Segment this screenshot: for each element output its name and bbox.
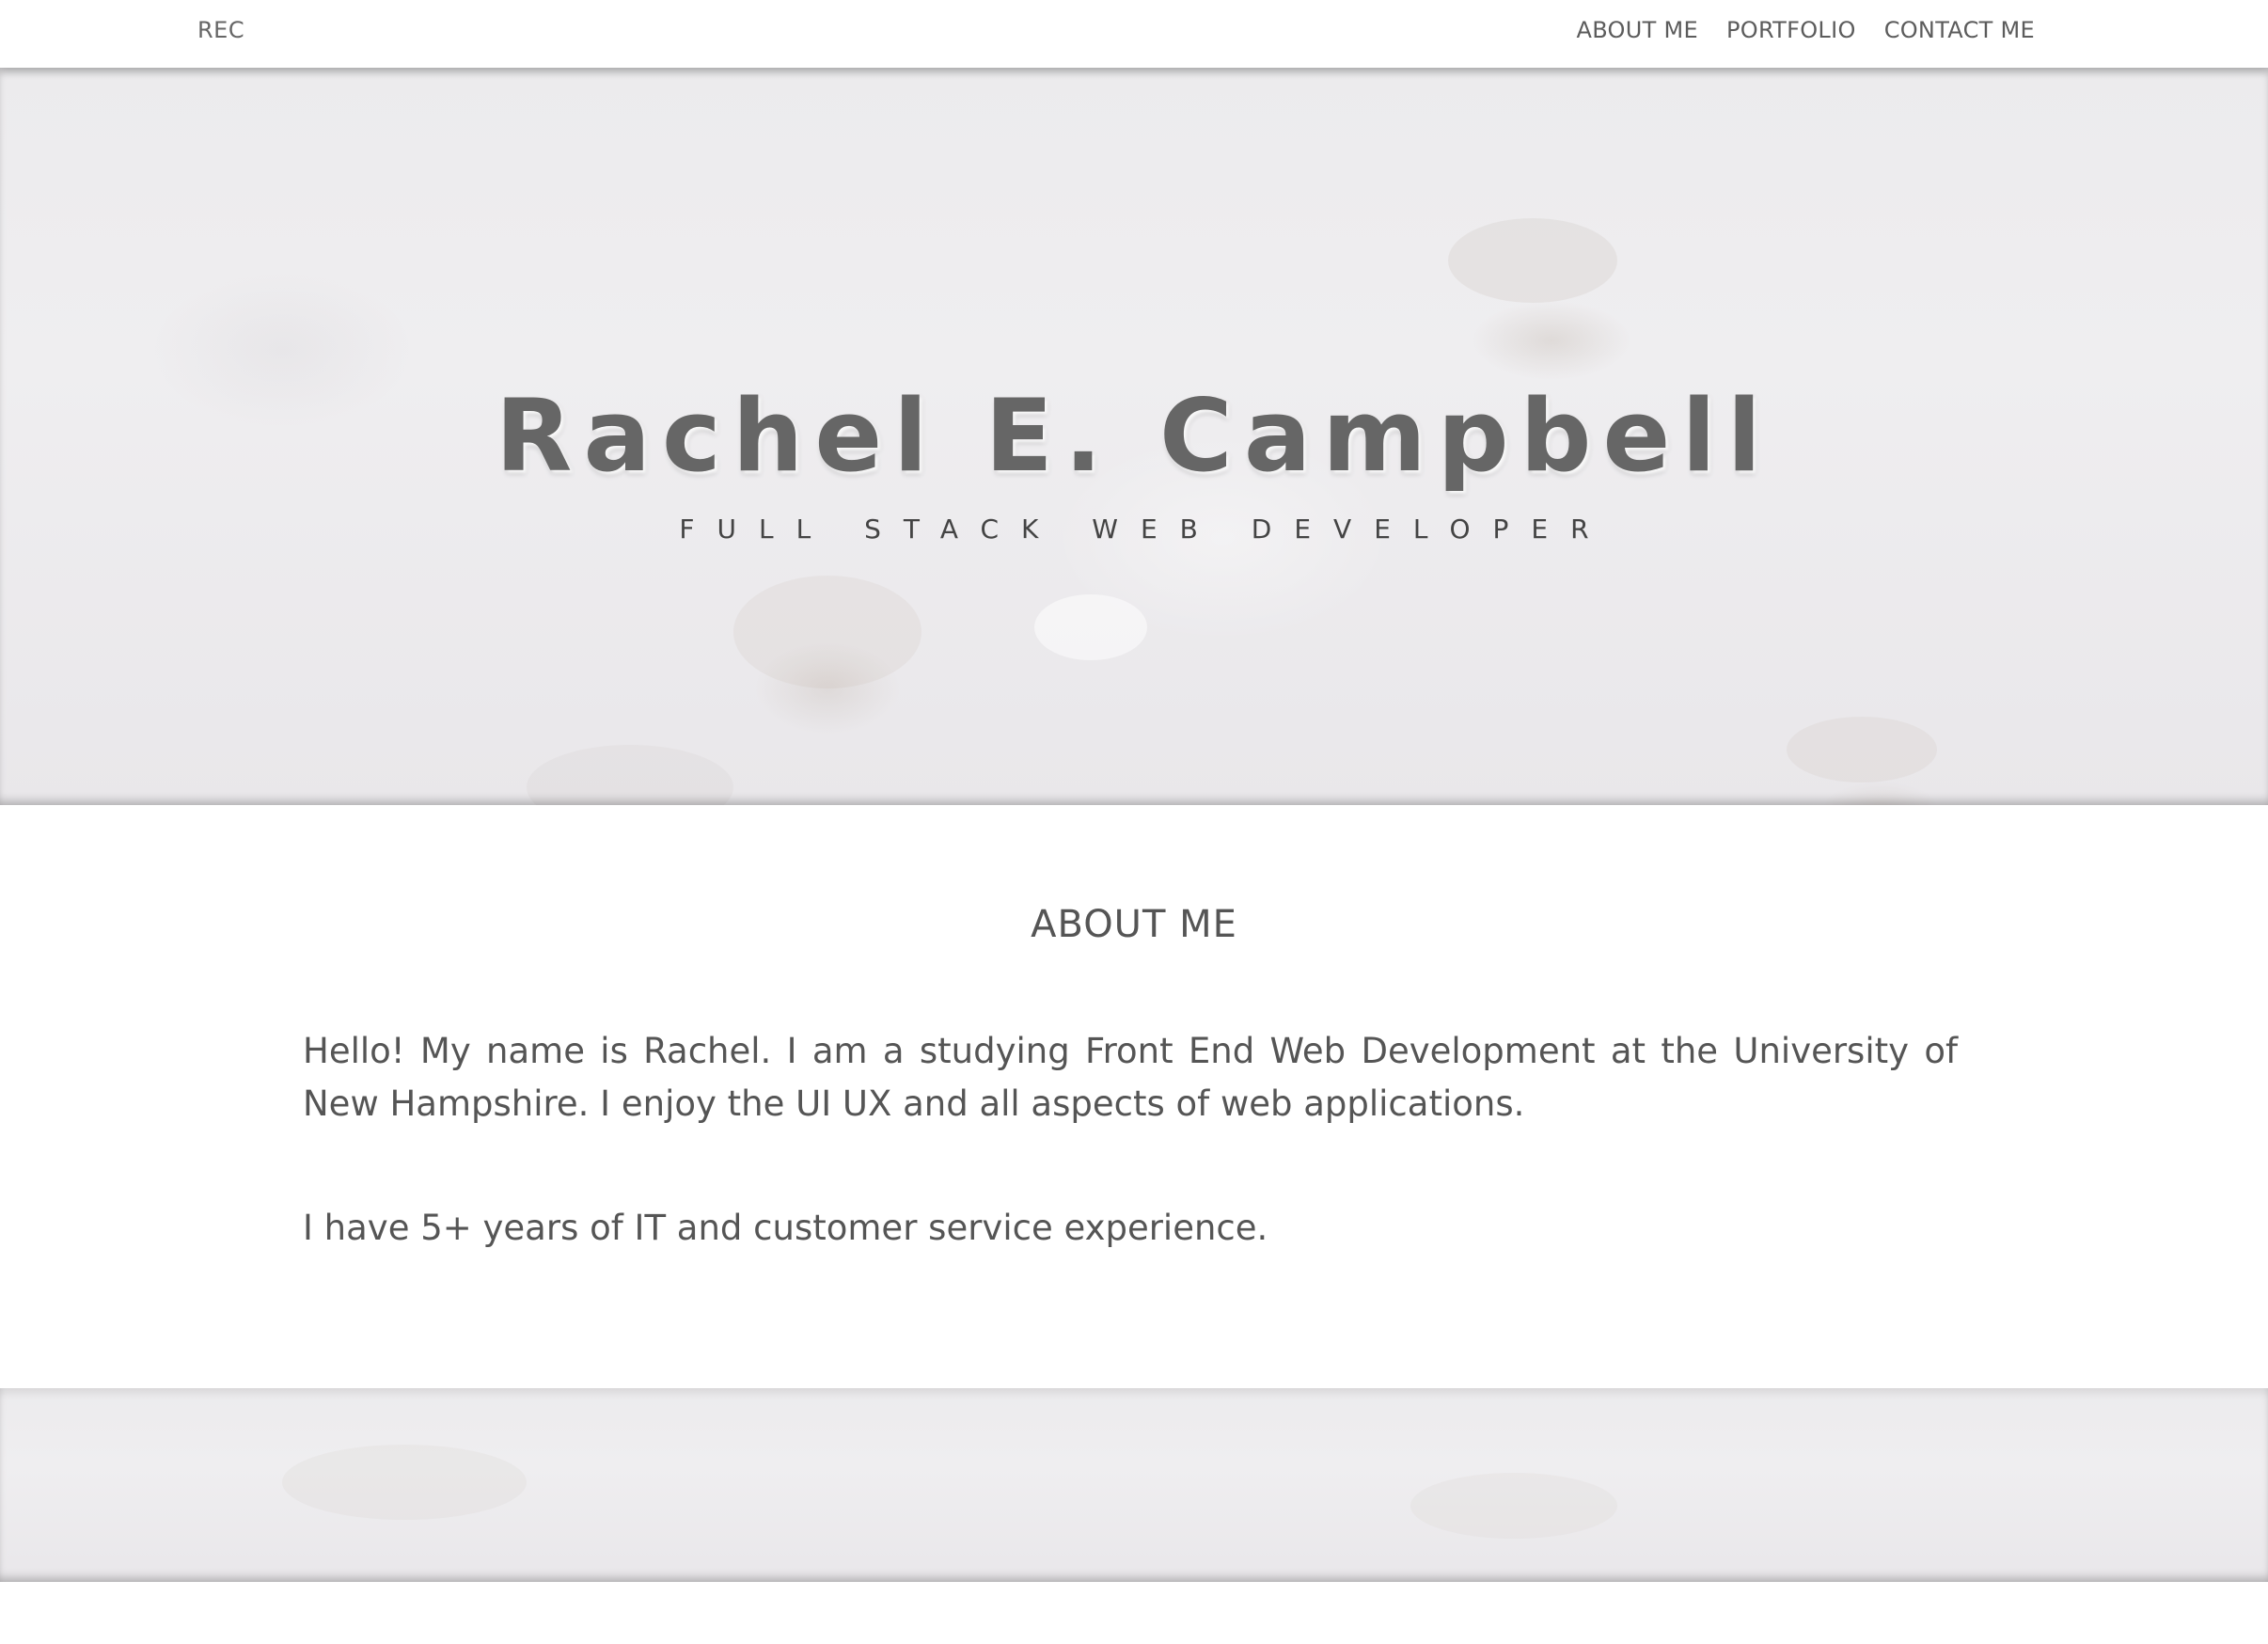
brand-logo-link[interactable]: REC [197,0,244,60]
nav-item-portfolio: PORTFOLIO [1726,17,1856,43]
portfolio-band-texture [0,1388,2268,1582]
plaster-blot [733,576,921,688]
about-paragraph-intro: Hello! My name is Rachel. I am a studyin… [303,1031,1958,1124]
nav-link-about-me[interactable]: ABOUT ME [1577,17,1698,43]
about-paragraph-experience: I have 5+ years of IT and customer servi… [303,1208,1268,1248]
plaster-blot [282,1445,527,1520]
nav-item-contact: CONTACT ME [1884,17,2035,43]
plaster-blot [1448,218,1617,303]
hero-section: Rachel E. Campbell FULL STACK WEB DEVELO… [0,68,2268,805]
nav-link-contact-me[interactable]: CONTACT ME [1884,17,2035,43]
hero-job-subtitle: FULL STACK WEB DEVELOPER [679,514,1612,545]
portfolio-page: REC ABOUT ME PORTFOLIO CONTACT ME Rachel… [0,0,2268,1644]
nav-links: ABOUT ME PORTFOLIO CONTACT ME [1577,0,2036,60]
plaster-blot [1034,594,1147,660]
plaster-blot [1410,1473,1617,1539]
plaster-blot [527,745,733,805]
plaster-blot [1787,717,1937,782]
nav-link-portfolio[interactable]: PORTFOLIO [1726,17,1856,43]
hero-background-texture [0,68,2268,805]
about-section: ABOUT ME Hello! My name is Rachel. I am … [0,805,2268,1388]
hero-name-title: Rachel E. Campbell [495,378,1773,494]
top-navbar: REC ABOUT ME PORTFOLIO CONTACT ME [0,0,2268,68]
about-heading: ABOUT ME [1031,903,1237,946]
nav-item-about: ABOUT ME [1577,17,1698,43]
